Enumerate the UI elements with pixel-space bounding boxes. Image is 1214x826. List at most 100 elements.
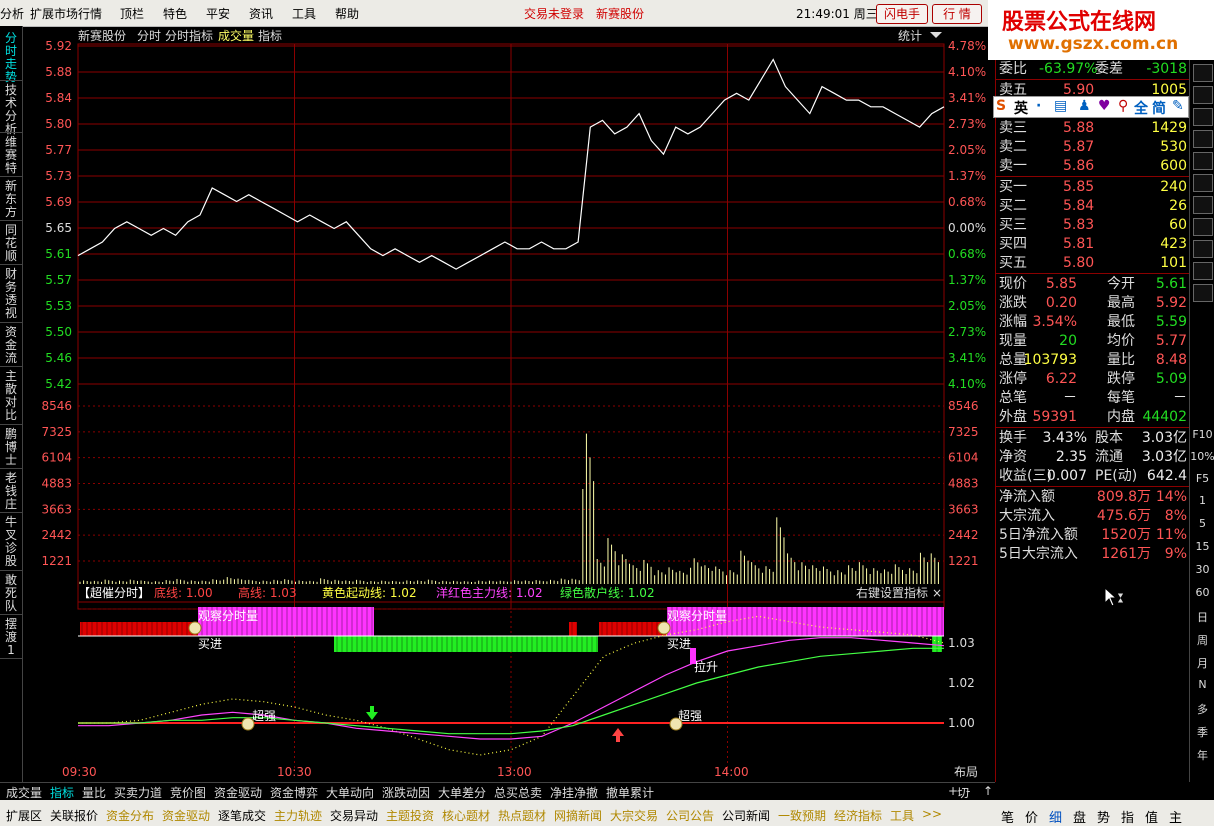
intraday-chart[interactable]: 5.92 4.78% 5.88 4.10% 5.84 3.41% 5.80 2.73% 5.77… bbox=[22, 26, 995, 782]
detail-tab-6[interactable]: 值 bbox=[1145, 807, 1158, 826]
extension-tab-8[interactable]: 核心题材 bbox=[442, 807, 490, 824]
tool-item-7[interactable]: 60 bbox=[1190, 586, 1214, 599]
ime-user-icon[interactable]: ♟ bbox=[1078, 98, 1091, 114]
flash-trade-button[interactable]: 闪电手 bbox=[876, 4, 928, 24]
left-tab-3[interactable]: 新东方 bbox=[2, 180, 20, 219]
tool-item-10[interactable]: 月 bbox=[1190, 655, 1214, 671]
extension-tab-9[interactable]: 热点题材 bbox=[498, 807, 546, 824]
menu-tools[interactable]: 工具 bbox=[292, 5, 316, 22]
extension-tab-14[interactable]: 一致预期 bbox=[778, 807, 826, 824]
detail-tab-1[interactable]: 价 bbox=[1025, 807, 1038, 826]
left-tab-2[interactable]: 维赛特 bbox=[2, 136, 20, 175]
tool-chart-icon[interactable] bbox=[1193, 218, 1213, 236]
tool-item-1[interactable]: 10% bbox=[1190, 450, 1214, 463]
menu-features[interactable]: 特色 bbox=[163, 5, 187, 22]
tool-chart-icon[interactable] bbox=[1193, 130, 1213, 148]
indicator-tab-9[interactable]: 大单差分 bbox=[438, 784, 486, 801]
trade-login-status[interactable]: 交易未登录 bbox=[524, 5, 584, 22]
tool-chart-icon[interactable] bbox=[1193, 64, 1213, 82]
ime-punct-icon[interactable]: · bbox=[1036, 98, 1041, 114]
chart-header-2[interactable]: 分时指标 bbox=[165, 28, 213, 43]
extension-tab-6[interactable]: 交易异动 bbox=[330, 807, 378, 824]
extension-tab-10[interactable]: 网摘新闻 bbox=[554, 807, 602, 824]
indicator-tab-1[interactable]: 指标 bbox=[50, 784, 74, 801]
extension-tab-17[interactable]: >> bbox=[922, 807, 942, 821]
menu-analysis[interactable]: 分析 bbox=[0, 5, 24, 22]
menu-news[interactable]: 资讯 bbox=[249, 5, 273, 22]
layout-button[interactable]: 布局 bbox=[954, 765, 978, 779]
tool-chart-icon[interactable] bbox=[1193, 174, 1213, 192]
left-tab-9[interactable]: 老钱庄 bbox=[2, 472, 20, 511]
extension-tab-2[interactable]: 资金分布 bbox=[106, 807, 154, 824]
left-tab-8[interactable]: 鹏博士 bbox=[2, 428, 20, 467]
tool-chart-icon[interactable] bbox=[1193, 108, 1213, 126]
left-tab-10[interactable]: 牛叉诊股 bbox=[2, 516, 20, 568]
extension-tab-16[interactable]: 工具 bbox=[890, 807, 914, 824]
indicator-tab-3[interactable]: 买卖力道 bbox=[114, 784, 162, 801]
extension-tab-11[interactable]: 大宗交易 bbox=[610, 807, 658, 824]
tool-item-13[interactable]: 季 bbox=[1190, 724, 1214, 740]
ime-simplified-icon[interactable]: 简 bbox=[1152, 98, 1166, 118]
ime-lang-icon[interactable]: 英 bbox=[1014, 98, 1028, 118]
indicator-settings-link[interactable]: 右键设置指标 bbox=[856, 585, 928, 600]
indicator-tab-0[interactable]: 成交量 bbox=[6, 784, 42, 801]
indicator-tab-12[interactable]: 撤单累计 bbox=[606, 784, 654, 801]
menu-top-bar[interactable]: 顶栏 bbox=[120, 5, 144, 22]
stat-button[interactable]: 统计 bbox=[898, 29, 922, 43]
detail-tab-2[interactable]: 细 bbox=[1049, 807, 1062, 826]
tool-item-4[interactable]: 5 bbox=[1190, 517, 1214, 530]
extension-tab-0[interactable]: 扩展区 bbox=[6, 807, 42, 824]
indicator-tab-7[interactable]: 大单动向 bbox=[326, 784, 374, 801]
quote-button[interactable]: 行 情 bbox=[932, 4, 982, 24]
left-tab-6[interactable]: 资金流 bbox=[2, 326, 20, 365]
tool-chart-icon[interactable] bbox=[1193, 240, 1213, 258]
tool-item-14[interactable]: 年 bbox=[1190, 747, 1214, 763]
ime-keyboard-icon[interactable]: ▤ bbox=[1054, 98, 1067, 114]
tool-chart-icon[interactable] bbox=[1193, 284, 1213, 302]
tab-control-2[interactable]: ↑ bbox=[983, 784, 993, 798]
indicator-tab-6[interactable]: 资金博弈 bbox=[270, 784, 318, 801]
extension-tab-15[interactable]: 经济指标 bbox=[834, 807, 882, 824]
tool-item-2[interactable]: F5 bbox=[1190, 472, 1214, 485]
switch-label[interactable]: 切 bbox=[957, 784, 969, 801]
detail-tab-0[interactable]: 笔 bbox=[1001, 807, 1014, 826]
menu-help[interactable]: 帮助 bbox=[335, 5, 359, 22]
indicator-tab-10[interactable]: 总买总卖 bbox=[494, 784, 542, 801]
extension-tab-13[interactable]: 公司新闻 bbox=[722, 807, 770, 824]
indicator-tab-8[interactable]: 涨跌动因 bbox=[382, 784, 430, 801]
left-tab-1[interactable]: 技术分析 bbox=[2, 84, 20, 136]
left-tab-12[interactable]: 摆渡1 bbox=[2, 618, 20, 657]
menu-pingan[interactable]: 平安 bbox=[206, 5, 230, 22]
tool-chart-icon[interactable] bbox=[1193, 262, 1213, 280]
detail-tab-3[interactable]: 盘 bbox=[1073, 807, 1086, 826]
tool-item-9[interactable]: 周 bbox=[1190, 632, 1214, 648]
ime-search-icon[interactable]: ⚲ bbox=[1118, 98, 1128, 114]
detail-tab-5[interactable]: 指 bbox=[1121, 807, 1134, 826]
chart-header-3[interactable]: 成交量 bbox=[218, 28, 254, 43]
extension-tab-1[interactable]: 关联报价 bbox=[50, 807, 98, 824]
menu-extended-market[interactable]: 扩展市场行情 bbox=[30, 5, 102, 22]
indicator-tab-2[interactable]: 量比 bbox=[82, 784, 106, 801]
tool-item-3[interactable]: 1 bbox=[1190, 494, 1214, 507]
extension-tab-5[interactable]: 主力轨迹 bbox=[274, 807, 322, 824]
tool-chart-icon[interactable] bbox=[1193, 196, 1213, 214]
tool-item-5[interactable]: 15 bbox=[1190, 540, 1214, 553]
chart-header-1[interactable]: 分时 bbox=[137, 29, 161, 43]
tool-item-12[interactable]: 多 bbox=[1190, 701, 1214, 717]
detail-tab-7[interactable]: 主 bbox=[1169, 807, 1182, 826]
tool-item-0[interactable]: F10 bbox=[1190, 428, 1214, 441]
detail-tab-4[interactable]: 势 bbox=[1097, 807, 1110, 826]
extension-tab-4[interactable]: 逐笔成交 bbox=[218, 807, 266, 824]
left-tab-0[interactable]: 分时走势 bbox=[2, 32, 20, 84]
tool-item-6[interactable]: 30 bbox=[1190, 563, 1214, 576]
extension-tab-12[interactable]: 公司公告 bbox=[666, 807, 714, 824]
left-tab-4[interactable]: 同花顺 bbox=[2, 224, 20, 263]
tool-item-11[interactable]: N bbox=[1190, 678, 1214, 691]
ime-settings-icon[interactable]: ✎ bbox=[1172, 98, 1184, 114]
extension-tab-7[interactable]: 主题投资 bbox=[386, 807, 434, 824]
tool-item-8[interactable]: 日 bbox=[1190, 609, 1214, 625]
tool-chart-icon[interactable] bbox=[1193, 86, 1213, 104]
chart-header-4[interactable]: 指标 bbox=[258, 28, 282, 43]
indicator-tab-11[interactable]: 净挂净撤 bbox=[550, 784, 598, 801]
left-tab-5[interactable]: 财务透视 bbox=[2, 268, 20, 320]
